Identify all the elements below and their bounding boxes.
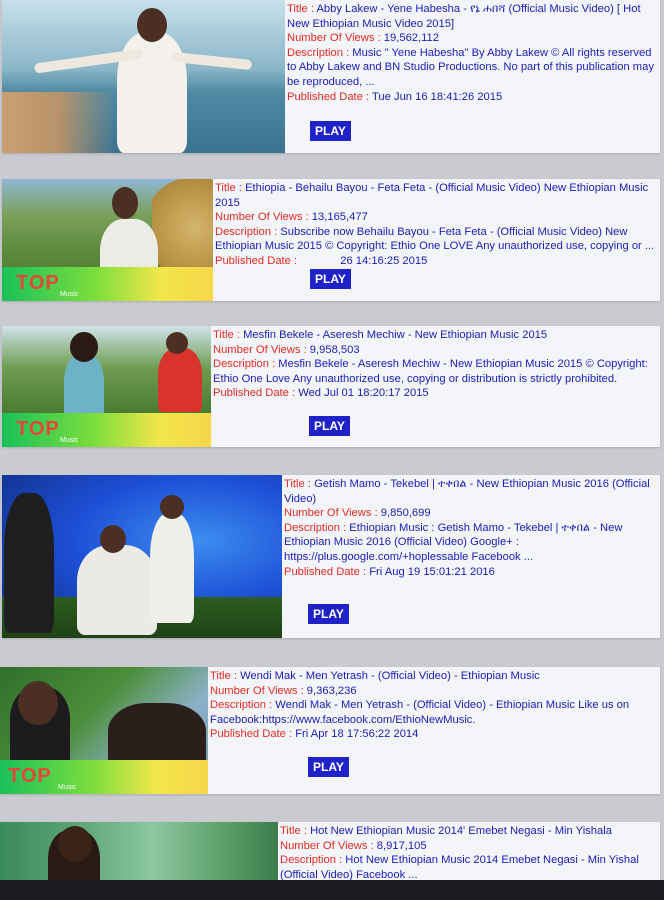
bottom-bezel [0, 880, 664, 900]
play-button[interactable]: PLAY [308, 757, 349, 777]
video-views: Number Of Views : 9,363,236 [210, 684, 357, 697]
video-title: Title : Abby Lakew - Yene Habesha - የኔ ሐ… [287, 3, 641, 30]
brand-sub: Music [60, 291, 79, 298]
video-description: Description : Wendi Mak - Men Yetrash - … [210, 699, 630, 726]
video-views: Number Of Views : 9,958,503 [213, 343, 360, 356]
video-title: Title : Hot New Ethiopian Music 2014' Em… [280, 825, 612, 837]
video-thumbnail[interactable]: TOP Music [0, 667, 208, 794]
video-views: Number Of Views : 19,562,112 [287, 32, 439, 45]
play-button[interactable]: PLAY [309, 416, 350, 436]
video-thumbnail[interactable] [2, 0, 285, 153]
video-info: Title : Ethiopia - Behailu Bayou - Feta … [213, 179, 660, 301]
video-title: Title : Getish Mamo - Tekebel | ተቀበል - N… [284, 478, 650, 505]
video-description: Description : Hot New Ethiopian Music 20… [280, 854, 639, 881]
brand-sub: Music [60, 437, 79, 444]
play-button[interactable]: PLAY [310, 121, 351, 141]
video-published-date: Published Date : Fri Aug 19 15:01:21 201… [284, 565, 495, 578]
video-description: Description : Ethiopian Music : Getish M… [284, 521, 623, 563]
video-published-date: Published Date : Wed Jul 01 18:20:17 201… [213, 387, 429, 400]
video-title: Title : Mesfin Bekele - Aseresh Mechiw -… [213, 329, 548, 341]
video-published-date: Published Date : 26 14:16:25 2015 [215, 254, 428, 267]
video-card[interactable]: Title : Getish Mamo - Tekebel | ተቀበል - N… [2, 475, 660, 638]
video-title: Title : Ethiopia - Behailu Bayou - Feta … [215, 182, 649, 209]
play-button[interactable]: PLAY [310, 269, 351, 289]
video-published-date: Published Date : Tue Jun 16 18:41:26 201… [287, 90, 503, 103]
brand-logo: TOP [16, 418, 60, 440]
video-views: Number Of Views : 9,850,699 [284, 507, 431, 520]
video-card[interactable]: TOP Music Title : Wendi Mak - Men Yetras… [0, 667, 660, 794]
video-info: Title : Mesfin Bekele - Aseresh Mechiw -… [211, 326, 660, 447]
video-card[interactable]: Title : Abby Lakew - Yene Habesha - የኔ ሐ… [2, 0, 660, 153]
video-description: Description : Music " Yene Habesha" By A… [287, 46, 654, 88]
video-description: Description : Subscribe now Behailu Bayo… [215, 225, 655, 253]
video-info: Title : Wendi Mak - Men Yetrash - (Offic… [208, 667, 660, 794]
video-thumbnail[interactable]: TOP Music [2, 179, 213, 301]
brand-logo: TOP [16, 272, 60, 294]
brand-sub: Music [58, 784, 77, 791]
video-thumbnail[interactable] [2, 475, 282, 638]
video-views: Number Of Views : 13,165,477 [215, 211, 368, 224]
video-card[interactable]: TOP Music Title : Ethiopia - Behailu Bay… [2, 179, 660, 301]
video-views: Number Of Views : 8,917,105 [280, 839, 427, 852]
video-thumbnail[interactable]: TOP Music [2, 326, 211, 447]
brand-logo: TOP [8, 765, 52, 787]
video-published-date: Published Date : Fri Apr 18 17:56:22 201… [210, 728, 419, 741]
video-description: Description : Mesfin Bekele - Aseresh Me… [213, 358, 648, 385]
video-card[interactable]: TOP Music Title : Mesfin Bekele - Aseres… [2, 326, 660, 447]
play-button[interactable]: PLAY [308, 604, 349, 624]
video-title: Title : Wendi Mak - Men Yetrash - (Offic… [210, 670, 540, 682]
